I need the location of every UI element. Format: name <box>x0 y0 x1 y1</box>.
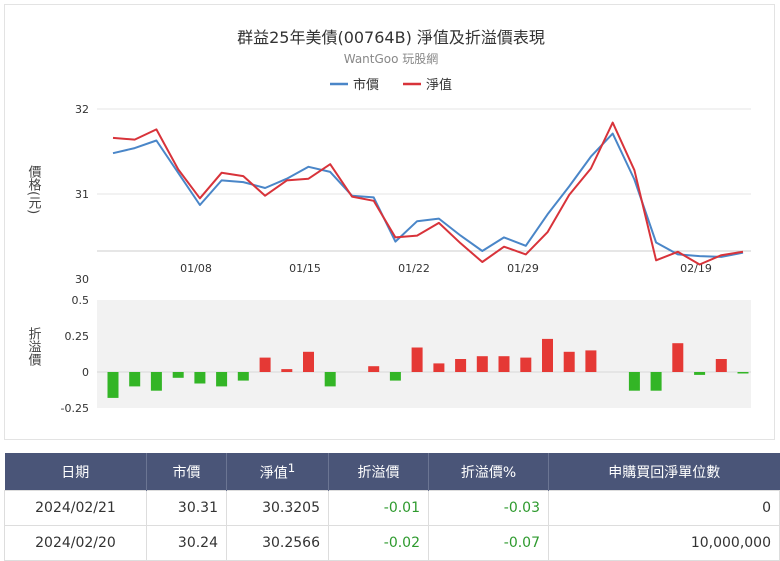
premium-bar <box>650 372 662 391</box>
premium-bar <box>694 372 706 375</box>
table-header-row: 日期 市價 淨值1 折溢價 折溢價% 申購買回淨單位數 <box>4 453 780 491</box>
bar-y-tick-0: 0 <box>82 366 89 379</box>
y-tick-31: 31 <box>75 188 89 201</box>
line-chart-grid <box>97 108 751 252</box>
premium-bar <box>129 372 141 387</box>
chart-svg: 群益25年美債(00764B) 淨值及折溢價表現 WantGoo 玩股網 市價 … <box>26 28 751 415</box>
line-y-axis-label: 價格(元) <box>26 165 42 214</box>
header-date[interactable]: 日期 <box>4 453 147 491</box>
cell-price: 30.31 <box>146 490 227 526</box>
cell-premium: -0.02 <box>328 525 429 561</box>
premium-bar <box>672 343 684 372</box>
chart-title: 群益25年美債(00764B) 淨值及折溢價表現 <box>237 28 545 47</box>
x-tick-0108: 01/08 <box>180 262 212 275</box>
y-tick-30: 30 <box>75 273 89 286</box>
premium-bar <box>737 372 749 374</box>
x-tick-0219: 02/19 <box>680 262 712 275</box>
x-tick-0115: 01/15 <box>289 262 321 275</box>
premium-bar <box>585 350 597 372</box>
premium-bar <box>303 351 314 372</box>
table-row: 2024/02/21 30.31 30.3205 -0.01 -0.03 0 <box>4 490 780 526</box>
header-premium-pct[interactable]: 折溢價% <box>428 453 549 491</box>
premium-bar <box>715 359 727 372</box>
premium-bar <box>455 359 467 372</box>
premium-bar <box>476 356 488 372</box>
premium-bar <box>216 372 228 387</box>
bar-chart-plot-area <box>97 300 751 408</box>
premium-bar <box>281 369 293 372</box>
premium-bar <box>237 372 249 381</box>
header-price[interactable]: 市價 <box>146 453 227 491</box>
x-tick-0129: 01/29 <box>507 262 539 275</box>
premium-bar <box>542 338 553 372</box>
chart-panel: 群益25年美債(00764B) 淨值及折溢價表現 WantGoo 玩股網 市價 … <box>4 4 775 440</box>
header-nav-label: 淨值 <box>259 465 288 482</box>
legend-label-market-price[interactable]: 市價 <box>353 77 379 93</box>
header-units[interactable]: 申購買回淨單位數 <box>548 453 780 491</box>
premium-bar <box>628 372 640 391</box>
series-line-market-price <box>112 132 744 258</box>
table-row: 2024/02/20 30.24 30.2566 -0.02 -0.07 10,… <box>4 525 780 561</box>
cell-nav: 30.2566 <box>226 525 329 561</box>
premium-bar <box>520 357 532 372</box>
premium-bar <box>194 372 206 384</box>
bar-y-axis-label: 折溢價 <box>26 327 42 367</box>
premium-bar <box>389 372 401 381</box>
header-nav-footnote: 1 <box>287 460 296 475</box>
premium-bar <box>172 372 184 378</box>
legend-label-nav[interactable]: 淨值 <box>426 77 452 93</box>
cell-premium-pct: -0.03 <box>428 490 549 526</box>
premium-bar <box>411 347 423 372</box>
bar-y-tick-neg0.25: -0.25 <box>61 402 89 415</box>
cell-premium: -0.01 <box>328 490 429 526</box>
cell-date: 2024/02/21 <box>4 490 147 526</box>
premium-bar <box>498 356 510 372</box>
cell-units: 0 <box>548 490 780 526</box>
cell-price: 30.24 <box>146 525 227 561</box>
cell-nav: 30.3205 <box>226 490 329 526</box>
premium-bar <box>433 363 445 372</box>
bar-y-tick-0.5: 0.5 <box>72 294 90 307</box>
x-tick-0122: 01/22 <box>398 262 430 275</box>
chart-subtitle: WantGoo 玩股網 <box>344 52 439 66</box>
bar-y-tick-0.25: 0.25 <box>65 330 90 343</box>
y-tick-32: 32 <box>75 103 89 116</box>
cell-premium-pct: -0.07 <box>428 525 549 561</box>
nav-table: 日期 市價 淨值1 折溢價 折溢價% 申購買回淨單位數 2024/02/21 3… <box>4 453 780 561</box>
nav-table-wrapper: 日期 市價 淨值1 折溢價 折溢價% 申購買回淨單位數 2024/02/21 3… <box>4 453 780 561</box>
premium-bar <box>368 366 380 372</box>
premium-bar <box>107 372 119 398</box>
premium-bar <box>150 372 162 391</box>
header-premium[interactable]: 折溢價 <box>328 453 429 491</box>
premium-bar <box>563 351 575 372</box>
cell-date: 2024/02/20 <box>4 525 147 561</box>
cell-units: 10,000,000 <box>548 525 780 561</box>
header-nav[interactable]: 淨值1 <box>226 453 329 491</box>
legend: 市價 淨值 <box>330 77 452 93</box>
premium-bar <box>259 357 271 372</box>
premium-bar <box>324 372 336 387</box>
